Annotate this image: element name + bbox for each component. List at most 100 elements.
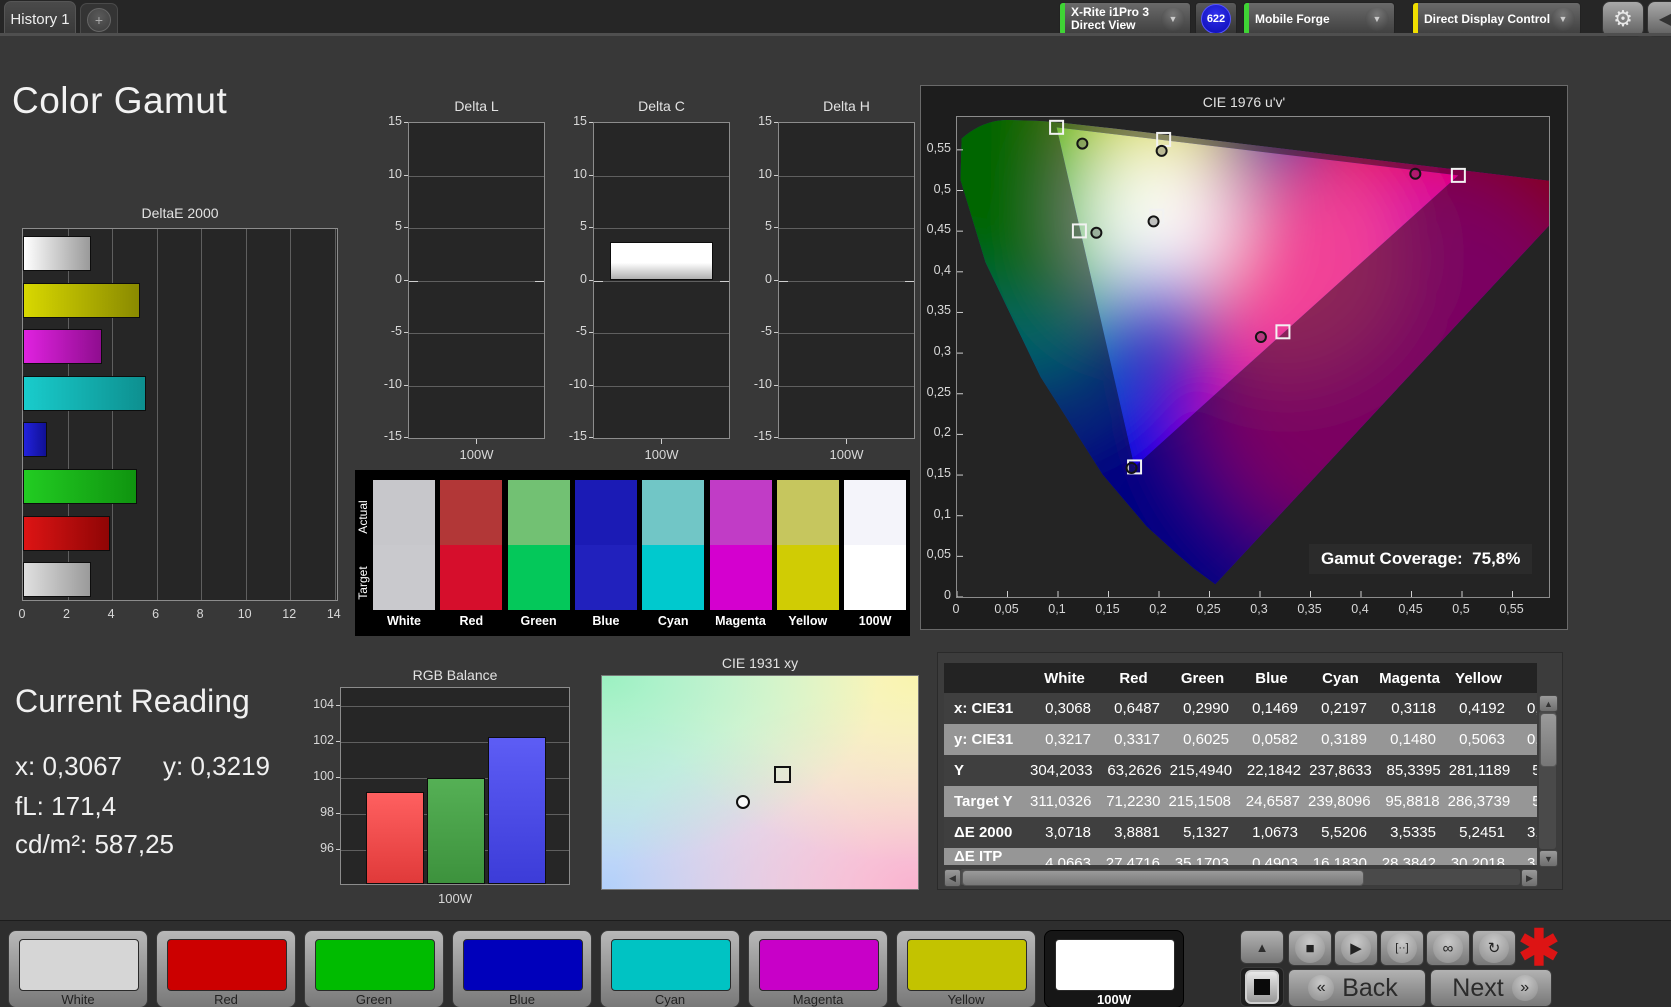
delta-l-chart-y-tick: 10: [388, 166, 402, 181]
swatch-actual-white: [373, 480, 435, 545]
deltae-x-tick: 2: [63, 607, 70, 621]
app-window: History 1 + X-Rite i1Pro 3 Direct View ▼…: [0, 0, 1671, 1007]
delta-l-chart-x-tickmark: [476, 439, 477, 444]
cie1976-y-tick: 0,35: [926, 303, 951, 318]
stop-button[interactable]: ■: [1288, 930, 1332, 966]
delta-h-chart-y-tick: 10: [758, 166, 772, 181]
delta-c-chart-y-tick: -5: [575, 324, 587, 338]
cie1976-y-tick: 0: [944, 588, 951, 602]
patch-button-blue[interactable]: Blue: [452, 930, 592, 1007]
collapse-panel-button[interactable]: ◀: [1647, 1, 1671, 37]
back-chevron-icon: «: [1308, 975, 1335, 1001]
reading-fl: fL: 171,4: [15, 791, 117, 821]
patch-button-cyan[interactable]: Cyan: [600, 930, 740, 1007]
cie1976-title: CIE 1976 u'v': [1202, 94, 1286, 110]
meter-count-button[interactable]: 622: [1195, 2, 1237, 36]
delta-c-chart-y-tickmark: [589, 227, 593, 228]
cie1976-y-tick: 0,1: [933, 506, 951, 521]
table-cell: 3,8881: [1114, 824, 1160, 841]
swatch-label: 100W: [858, 614, 892, 628]
delta-h-chart-y-tickmark: [774, 227, 778, 228]
table-hscroll-left[interactable]: ◀: [944, 869, 961, 887]
patch-button-green[interactable]: Green: [304, 930, 444, 1007]
table-cell: 24,6587: [1245, 793, 1301, 810]
continuous-icon: ∞: [1433, 933, 1463, 963]
rgb-bar-green: [427, 777, 485, 884]
patch-button-100w[interactable]: 100W: [1044, 930, 1184, 1007]
delta-c-chart-y-tickmark: [589, 279, 593, 281]
deltae-gridline: [245, 229, 247, 600]
table-cell: 0,0582: [1252, 731, 1298, 748]
patch-button-yellow[interactable]: Yellow: [896, 930, 1036, 1007]
measured-marker-yellow: [1155, 144, 1168, 157]
delta-l-chart-gridline: [409, 228, 544, 229]
delta-h-chart-y-tickmark: [774, 122, 778, 123]
source-dropdown[interactable]: Mobile Forge ▼: [1243, 2, 1395, 36]
delta-l-chart-title: Delta L: [454, 98, 499, 114]
current-reading-title: Current Reading: [15, 683, 250, 719]
patch-up-button[interactable]: ▲: [1240, 930, 1284, 964]
cie1976-y-tick: 0,05: [926, 547, 951, 562]
delta-h-chart-title: Delta H: [823, 98, 870, 114]
patch-label: White: [61, 992, 95, 1007]
table-vscroll-up[interactable]: ▲: [1539, 695, 1558, 712]
cie1976-x-tick: 0,4: [1351, 602, 1369, 616]
swatch-target-blue: [574, 545, 637, 610]
delta-h-chart-zero-dash: [779, 280, 788, 282]
delta-l-chart-y-tick: -15: [383, 429, 402, 443]
table-vscroll-thumb[interactable]: [1540, 713, 1557, 767]
patch-window-button[interactable]: [1240, 967, 1284, 1007]
swatch-target-cyan: [642, 545, 705, 610]
table-cell: 0,5063: [1459, 731, 1505, 748]
delta-h-chart-x-tickmark: [846, 439, 847, 444]
delta-c-chart-y-tick: 15: [573, 114, 587, 128]
plus-icon: +: [87, 7, 111, 32]
swatch-label: Green: [520, 614, 557, 628]
stop-icon: ■: [1295, 933, 1325, 963]
tab-history[interactable]: History 1: [4, 1, 76, 36]
meter-dropdown[interactable]: X-Rite i1Pro 3 Direct View ▼: [1059, 2, 1191, 36]
delta-c-chart: Delta C 15 10 5 0 -5 -10 -15 100W: [555, 95, 733, 467]
table-cell-partial: 5: [1532, 793, 1537, 810]
table-cell: 4,0663: [1045, 855, 1091, 865]
add-tab-button[interactable]: +: [80, 3, 118, 35]
continuous-button[interactable]: ∞: [1426, 930, 1470, 966]
cie1976-x-tick: 0,55: [1499, 602, 1524, 616]
rgb-balance-plot: [340, 687, 570, 885]
delta-h-chart-gridline: [779, 385, 914, 387]
reading-cdm2: cd/m²: 587,25: [15, 829, 174, 859]
patch-label: Blue: [508, 992, 536, 1007]
table-hscroll-thumb[interactable]: [962, 870, 1364, 886]
patch-button-magenta[interactable]: Magenta: [748, 930, 888, 1007]
back-button[interactable]: « Back: [1288, 969, 1426, 1007]
table-cell: 3,5335: [1390, 824, 1436, 841]
table-cell: 85,3395: [1386, 762, 1441, 779]
table-cell: 0,3317: [1114, 731, 1160, 748]
delta-l-chart-gridline: [409, 333, 544, 334]
patch-window-frame: [1245, 970, 1279, 1004]
cie1976-y-tick: 0,15: [926, 466, 951, 481]
table-cell-partial: 0,: [1527, 731, 1537, 748]
topbar-divider: [0, 33, 1671, 36]
deltae-gridline: [334, 229, 336, 600]
swatch-actual-yellow: [776, 480, 839, 545]
table-vscroll-down[interactable]: ▼: [1539, 850, 1558, 867]
patch-label: Cyan: [654, 992, 686, 1007]
patch-button-red[interactable]: Red: [156, 930, 296, 1007]
table-hscroll-right[interactable]: ▶: [1521, 869, 1538, 887]
delta-l-chart-y-tick: 15: [388, 114, 402, 128]
table-header-green: Green: [1180, 669, 1225, 687]
step-button[interactable]: [··]: [1380, 930, 1424, 966]
workflow-dropdown[interactable]: Direct Display Control ▼: [1412, 2, 1581, 36]
table-cell: 95,8818: [1385, 793, 1440, 810]
loop-button[interactable]: ↻: [1472, 930, 1516, 966]
swatch-target-white: [373, 545, 435, 610]
cie1976-x-tick: 0,3: [1250, 602, 1268, 616]
source-dropdown-label: Mobile Forge: [1255, 11, 1330, 26]
play-button[interactable]: ▶: [1334, 930, 1378, 966]
delta-c-chart-y-tick: -15: [568, 429, 587, 443]
measured-marker-blue: [1125, 461, 1138, 474]
patch-button-white[interactable]: White: [8, 930, 148, 1007]
delta-h-chart: Delta H 15 10 5 0 -5 -10 -15 100W: [740, 95, 918, 467]
settings-button[interactable]: ⚙: [1602, 1, 1644, 37]
